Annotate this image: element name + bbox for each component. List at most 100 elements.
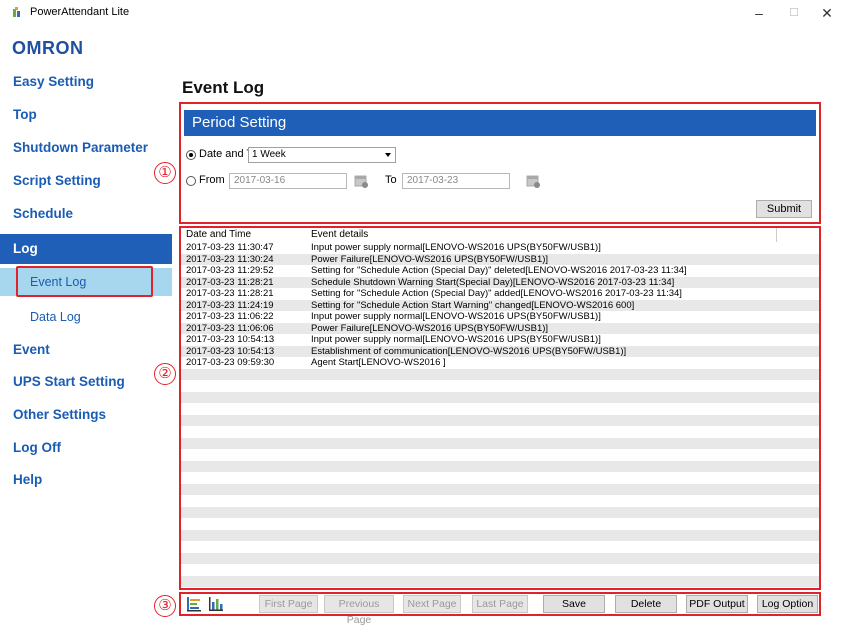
table-row[interactable]: 2017-03-23 11:30:47 Input power supply no… — [181, 242, 819, 254]
from-date-field[interactable]: 2017-03-16 — [229, 173, 347, 189]
last-page-button[interactable]: Last Page — [472, 595, 528, 613]
sidebar-item-shutdown-parameter[interactable]: Shutdown Parameter — [0, 134, 172, 162]
column-header-event-details[interactable]: Event details — [311, 228, 368, 242]
cell-event-detail: Setting for "Schedule Action Start Warni… — [311, 299, 635, 311]
event-log-table: Date and Time Event details 2017-03-23 1… — [179, 226, 821, 590]
chart-view-icon[interactable] — [208, 596, 224, 612]
sidebar-item-script-setting[interactable]: Script Setting — [0, 167, 172, 195]
previous-page-button[interactable]: Previous Page — [324, 595, 394, 626]
cell-date-time: 2017-03-23 11:06:22 — [186, 311, 274, 322]
cell-date-time: 2017-03-23 11:29:52 — [186, 265, 274, 276]
calendar-icon[interactable] — [524, 173, 542, 189]
table-row[interactable]: 2017-03-23 11:30:24 Power Failure[LENOVO-… — [181, 253, 819, 265]
date-time-radio[interactable] — [186, 150, 196, 160]
table-row[interactable] — [181, 506, 819, 518]
next-page-button[interactable]: Next Page — [403, 595, 461, 613]
to-date-field[interactable]: 2017-03-23 — [402, 173, 510, 189]
window-title: PowerAttendant Lite — [30, 6, 130, 18]
table-row[interactable]: 2017-03-23 09:59:30 Agent Start[LENOVO-WS… — [181, 357, 819, 369]
table-row[interactable] — [181, 518, 819, 530]
sidebar-item-help[interactable]: Help — [0, 466, 172, 494]
table-row[interactable] — [181, 368, 819, 380]
sidebar-item-ups-start-setting[interactable]: UPS Start Setting — [0, 368, 172, 396]
annotation-3: ③ — [154, 595, 176, 617]
table-row[interactable] — [181, 380, 819, 392]
table-row[interactable] — [181, 437, 819, 449]
annotation-2: ② — [154, 363, 176, 385]
annotation-1: ① — [154, 162, 176, 184]
delete-button[interactable]: Delete — [615, 595, 677, 613]
cell-event-detail: Input power supply normal[LENOVO-WS2016 … — [311, 311, 601, 322]
first-page-button[interactable]: First Page — [259, 595, 318, 613]
table-row[interactable] — [181, 414, 819, 426]
from-label: From — [199, 174, 225, 186]
period-range-value: 1 Week — [252, 149, 286, 160]
period-setting-header: Period Setting — [184, 110, 816, 136]
minimize-button[interactable]: – — [746, 2, 772, 24]
sidebar-item-event[interactable]: Event — [0, 336, 172, 364]
sidebar-item-other-settings[interactable]: Other Settings — [0, 401, 172, 429]
cell-date-time: 2017-03-23 11:30:47 — [186, 242, 274, 253]
table-row[interactable] — [181, 564, 819, 576]
table-row[interactable] — [181, 483, 819, 495]
sidebar-item-data-log[interactable]: Data Log — [12, 303, 153, 331]
table-row[interactable] — [181, 449, 819, 461]
cell-date-time: 2017-03-23 11:28:21 — [186, 276, 274, 288]
table-row[interactable] — [181, 495, 819, 507]
table-row[interactable] — [181, 391, 819, 403]
from-radio[interactable] — [186, 176, 196, 186]
column-header-date-time[interactable]: Date and Time — [186, 228, 251, 242]
cell-date-time: 2017-03-23 10:54:13 — [186, 334, 275, 345]
table-row[interactable]: 2017-03-23 11:28:21 Setting for "Schedule… — [181, 288, 819, 300]
list-view-icon[interactable] — [186, 596, 202, 612]
table-row[interactable] — [181, 472, 819, 484]
table-row[interactable]: 2017-03-23 11:29:52 Setting for "Schedule… — [181, 265, 819, 277]
title-bar: PowerAttendant Lite – ☐ ✕ — [0, 0, 842, 26]
table-row[interactable]: 2017-03-23 11:28:21 Schedule Shutdown War… — [181, 276, 819, 288]
cell-date-time: 2017-03-23 10:54:13 — [186, 345, 275, 357]
table-row[interactable]: 2017-03-23 11:24:19 Setting for "Schedule… — [181, 299, 819, 311]
cell-event-detail: Agent Start[LENOVO-WS2016 ] — [311, 357, 446, 368]
cell-event-detail: Input power supply normal[LENOVO-WS2016 … — [311, 334, 601, 345]
cell-event-detail: Power Failure[LENOVO-WS2016 UPS(BY50FW/U… — [311, 253, 549, 265]
table-row[interactable] — [181, 575, 819, 587]
close-button[interactable]: ✕ — [814, 2, 840, 24]
save-button[interactable]: Save — [543, 595, 605, 613]
cell-event-detail: Schedule Shutdown Warning Start(Special … — [311, 276, 675, 288]
table-row[interactable] — [181, 426, 819, 438]
table-row[interactable] — [181, 460, 819, 472]
table-row[interactable]: 2017-03-23 11:06:06 Power Failure[LENOVO-… — [181, 322, 819, 334]
cell-event-detail: Setting for "Schedule Action (Special Da… — [311, 288, 682, 299]
table-row[interactable]: 2017-03-23 10:54:13 Input power supply no… — [181, 334, 819, 346]
app-icon — [13, 7, 20, 17]
table-row[interactable] — [181, 552, 819, 564]
chevron-down-icon — [385, 153, 391, 157]
period-range-select[interactable]: 1 Week — [248, 147, 396, 163]
maximize-button[interactable]: ☐ — [781, 2, 807, 24]
cell-date-time: 2017-03-23 11:06:06 — [186, 322, 274, 334]
pdf-output-button[interactable]: PDF Output — [686, 595, 748, 613]
column-divider — [776, 228, 777, 242]
selection-highlight — [16, 266, 153, 297]
sidebar-item-top[interactable]: Top — [0, 101, 172, 129]
table-row[interactable]: 2017-03-23 10:54:13 Establishment of comm… — [181, 345, 819, 357]
table-row[interactable] — [181, 541, 819, 553]
table-header: Date and Time Event details — [181, 228, 819, 242]
calendar-icon[interactable] — [352, 173, 370, 189]
submit-button[interactable]: Submit — [756, 200, 812, 218]
sidebar-item-log[interactable]: Log — [0, 234, 172, 264]
sidebar-item-log-off[interactable]: Log Off — [0, 434, 172, 462]
sidebar-item-schedule[interactable]: Schedule — [0, 200, 172, 228]
cell-event-detail: Power Failure[LENOVO-WS2016 UPS(BY50FW/U… — [311, 322, 549, 334]
omron-logo: OMRON — [12, 38, 84, 58]
table-row[interactable] — [181, 403, 819, 415]
table-row[interactable]: 2017-03-23 11:06:22 Input power supply no… — [181, 311, 819, 323]
table-row[interactable] — [181, 529, 819, 541]
log-option-button[interactable]: Log Option — [757, 595, 818, 613]
cell-event-detail: Establishment of communication[LENOVO-WS… — [311, 345, 627, 357]
cell-event-detail: Input power supply normal[LENOVO-WS2016 … — [311, 242, 601, 253]
cell-date-time: 2017-03-23 11:30:24 — [186, 253, 274, 265]
cell-date-time: 2017-03-23 09:59:30 — [186, 357, 275, 368]
sidebar-item-easy-setting[interactable]: Easy Setting — [0, 68, 172, 96]
page-title: Event Log — [182, 78, 265, 97]
